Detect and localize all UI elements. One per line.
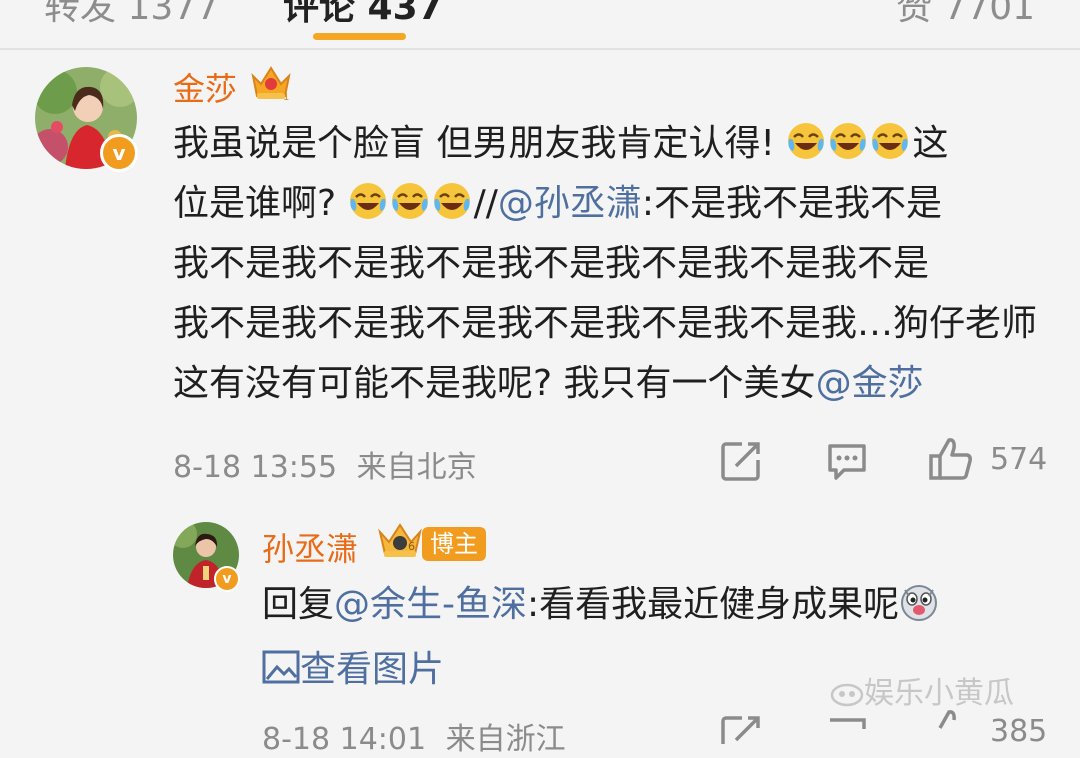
reply-text: 回复@余生-鱼深:看看我最近健身成果呢 xyxy=(262,577,941,633)
laugh-cry-emoji-icon xyxy=(870,120,910,160)
share-icon[interactable] xyxy=(720,440,762,482)
reply-text-segment: :看看我最近健身成果呢 xyxy=(527,584,900,625)
comment-username[interactable]: 金莎 xyxy=(173,64,237,110)
doge-emoji-icon xyxy=(899,582,939,622)
comment-text-line: 我不是我不是我不是我不是我不是我不是我…狗仔老师 xyxy=(173,303,1038,344)
tab-likes[interactable]: 赞 7701 xyxy=(896,0,1035,30)
reply-meta: 8-18 14:01 来自浙江 xyxy=(262,714,566,758)
comment-text-segment: 位是谁啊? xyxy=(173,183,337,224)
like-thumb-icon[interactable] xyxy=(928,708,974,729)
comment-icon[interactable] xyxy=(826,714,868,729)
laugh-cry-emoji-icon xyxy=(828,120,868,160)
like-thumb-icon[interactable] xyxy=(928,436,974,482)
like-count: 574 xyxy=(990,442,1048,477)
mention-link[interactable]: @金莎 xyxy=(816,363,924,404)
share-icon[interactable] xyxy=(720,714,762,744)
verified-v-icon: v xyxy=(214,566,240,592)
reply-time: 8-18 14:01 xyxy=(262,722,427,757)
tab-bar: 转发 1377 评论 437 赞 7701 xyxy=(0,0,1080,48)
crown-fan-badge-icon: 1 xyxy=(250,62,292,103)
crown-fan-badge-icon: 6 xyxy=(376,520,424,560)
watermark: 娱乐小黄瓜 xyxy=(830,668,1014,712)
laugh-cry-emoji-icon xyxy=(432,180,472,220)
tab-reposts[interactable]: 转发 1377 xyxy=(44,0,219,30)
tab-divider xyxy=(0,48,1080,50)
reply-username[interactable]: 孙丞潇 xyxy=(262,524,358,570)
reply-source: 来自浙江 xyxy=(445,722,566,757)
active-tab-indicator xyxy=(313,33,406,40)
comment-text-line: 我虽说是个脸盲 但男朋友我肯定认得! xyxy=(173,123,775,164)
mention-link[interactable]: @孙丞潇 xyxy=(498,183,642,224)
comment-time: 8-18 13:55 xyxy=(173,450,338,485)
tab-comments[interactable]: 评论 437 xyxy=(283,0,443,30)
laugh-cry-emoji-icon xyxy=(348,180,388,220)
comment-text-line-end: 这 xyxy=(912,123,949,164)
laugh-cry-emoji-icon xyxy=(786,120,826,160)
view-image-link[interactable]: 查看图片 xyxy=(262,640,444,692)
comment-text-segment: :不是我不是我不是 xyxy=(641,183,942,224)
comment-text: 我虽说是个脸盲 但男朋友我肯定认得! 这 位是谁啊? //@孙丞潇:不是我不是我… xyxy=(173,114,1053,414)
repost-separator: // xyxy=(473,183,498,224)
comment-text-line: 我不是我不是我不是我不是我不是我不是我不是 xyxy=(173,243,930,284)
blogger-badge: 博主 xyxy=(422,527,486,561)
comment-source: 来自北京 xyxy=(356,450,477,485)
reply-prefix: 回复 xyxy=(262,584,335,625)
like-count: 385 xyxy=(990,714,1048,749)
watermark-logo-icon xyxy=(830,677,864,707)
image-icon xyxy=(262,649,300,685)
laugh-cry-emoji-icon xyxy=(390,180,430,220)
comment-meta: 8-18 13:55 来自北京 xyxy=(173,442,477,486)
mention-link[interactable]: @余生-鱼深 xyxy=(334,584,527,625)
svg-text:1: 1 xyxy=(283,92,289,102)
verified-v-icon: v xyxy=(100,134,138,172)
comment-icon[interactable] xyxy=(826,440,868,482)
view-image-label: 查看图片 xyxy=(300,649,445,690)
comment-text-segment: 这有没有可能不是我呢? 我只有一个美女 xyxy=(173,363,816,404)
svg-text:6: 6 xyxy=(408,540,415,553)
